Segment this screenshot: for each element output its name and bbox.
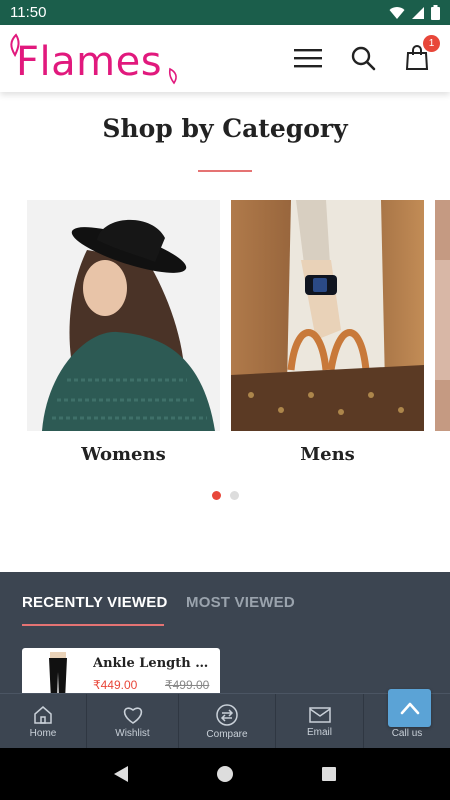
search-icon (351, 46, 376, 71)
category-label-mens: Mens (300, 444, 355, 465)
scroll-to-top-button[interactable] (388, 689, 431, 727)
product-name: Ankle Length Leggings (93, 656, 213, 671)
carousel-dots (212, 491, 239, 500)
nav-wishlist-label: Wishlist (115, 727, 150, 739)
wifi-icon (389, 6, 405, 19)
app-header: Flames 1 (0, 25, 450, 92)
status-time: 11:50 (10, 4, 47, 21)
mail-icon (308, 706, 331, 723)
nav-compare[interactable]: Compare (179, 694, 276, 749)
nav-call-label: Call us (391, 727, 423, 739)
section-title: Shop by Category (102, 114, 348, 143)
category-card-womens[interactable] (27, 200, 220, 431)
signal-icon (412, 6, 424, 19)
womens-image (27, 200, 220, 431)
carousel-dot[interactable] (230, 491, 239, 500)
title-divider (198, 170, 252, 172)
tab-recently-viewed[interactable]: RECENTLY VIEWED (22, 594, 168, 611)
nav-email[interactable]: Email (276, 694, 364, 749)
category-label-womens: Womens (81, 444, 166, 465)
chevron-up-icon (400, 702, 419, 715)
cart-button[interactable]: 1 (400, 35, 440, 75)
status-bar: 11:50 (0, 0, 450, 25)
menu-button[interactable] (291, 41, 325, 75)
status-icons (389, 5, 440, 20)
recents-icon[interactable] (321, 766, 337, 782)
heart-icon (123, 706, 142, 724)
home-circle-icon[interactable] (216, 765, 234, 783)
app-screen: 11:50 Flames 1 Shop by Category Womens M… (0, 0, 450, 800)
back-icon[interactable] (113, 765, 129, 783)
active-tab-indicator (22, 624, 164, 626)
home-icon (34, 705, 52, 724)
compare-icon (216, 703, 238, 726)
product-old-price: ₹499.00 (165, 678, 210, 692)
product-price: ₹449.00 (93, 678, 138, 692)
mens-image (231, 200, 424, 431)
nav-email-label: Email (306, 726, 332, 738)
search-button[interactable] (346, 41, 380, 75)
system-nav-bar (0, 748, 450, 800)
next-category-image (435, 200, 450, 431)
logo-leaf-small-icon (168, 67, 177, 85)
tab-most-viewed[interactable]: MOST VIEWED (186, 594, 295, 611)
battery-icon (431, 5, 440, 20)
nav-compare-label: Compare (206, 728, 248, 740)
category-card-mens[interactable] (231, 200, 424, 431)
cart-count-badge: 1 (423, 35, 440, 52)
nav-home-label: Home (29, 727, 57, 739)
bottom-nav: Home Wishlist Compare Email Call us (0, 693, 450, 749)
flames-logo[interactable]: Flames (10, 31, 180, 89)
nav-wishlist[interactable]: Wishlist (87, 694, 179, 749)
hamburger-icon (294, 49, 322, 68)
nav-home[interactable]: Home (0, 694, 87, 749)
logo-text: Flames (16, 39, 163, 85)
carousel-dot-active[interactable] (212, 491, 221, 500)
category-card-next[interactable] (435, 200, 450, 431)
